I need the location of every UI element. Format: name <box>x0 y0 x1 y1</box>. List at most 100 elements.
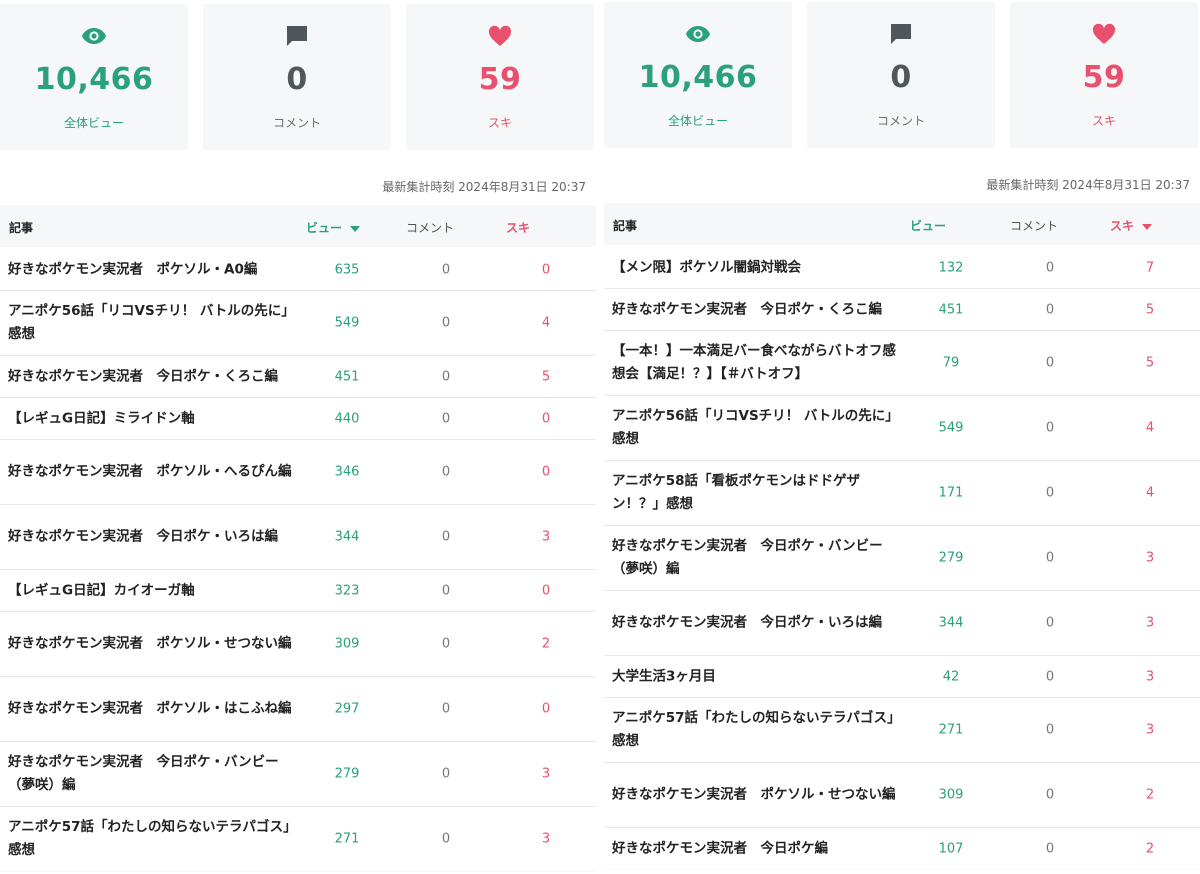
article-title-link[interactable]: 好きなポケモン実況者 ポケソル・せつない編 <box>612 784 902 807</box>
comments-count: 0 <box>441 766 451 782</box>
article-title-link[interactable]: 好きなポケモン実況者 今日ポケ・バンビー（夢咲）編 <box>8 751 298 797</box>
comments-count: 0 <box>1045 355 1055 371</box>
table-header: 記事 ビュー コメント スキ <box>604 203 1200 245</box>
comments-card: 0 コメント <box>203 4 391 150</box>
comments-count: 0 <box>1045 485 1055 501</box>
comments-label: コメント <box>876 114 925 128</box>
article-title-link[interactable]: 好きなポケモン実況者 今日ポケ・くろこ編 <box>8 365 298 388</box>
article-title-link[interactable]: 好きなポケモン実況者 ポケソル・はこふね編 <box>8 698 298 721</box>
views-count: 344 <box>938 615 964 631</box>
views-count: 344 <box>334 529 360 545</box>
article-title-link[interactable]: 好きなポケモン実況者 ポケソル・へるぴん編 <box>8 461 298 484</box>
views-count: 440 <box>334 411 360 426</box>
summary-cards: 10,466 全体ビュー 0 コメント 59 スキ <box>0 4 596 150</box>
table-row[interactable]: アニポケ57話「わたしの知らないテラパゴス」感想 271 0 3 <box>604 698 1200 763</box>
likes-count: 4 <box>1145 485 1155 501</box>
article-title-link[interactable]: 大学生活3ヶ月目 <box>612 665 902 688</box>
likes-count: 5 <box>1145 302 1155 317</box>
article-title-link[interactable]: 【レギュG日記】カイオーガ軸 <box>8 579 298 602</box>
likes-count: 3 <box>1145 550 1155 566</box>
table-row[interactable]: 好きなポケモン実況者 今日ポケ・いろは編 344 0 3 <box>0 505 596 570</box>
table-row[interactable]: 【レギュG日記】カイオーガ軸 323 0 0 <box>0 570 596 612</box>
article-title-link[interactable]: 好きなポケモン実況者 今日ポケ・いろは編 <box>612 612 902 635</box>
sort-desc-icon <box>350 225 361 232</box>
table-row[interactable]: 好きなポケモン実況者 ポケソル・へるぴん編 346 0 0 <box>0 440 596 505</box>
table-row[interactable]: 好きなポケモン実況者 ポケソル・A0編 635 0 0 <box>0 249 596 291</box>
table-row[interactable]: 【レギュG日記】ミライドン軸 440 0 0 <box>0 398 596 440</box>
scroll-fade <box>0 860 596 874</box>
column-header-likes[interactable]: スキ <box>1110 217 1153 234</box>
column-header-views[interactable]: ビュー <box>306 219 361 236</box>
article-title-link[interactable]: アニポケ56話「リコVSチリ！ バトルの先に」感想 <box>8 300 298 346</box>
last-updated-timestamp: 最新集計時刻 2024年8月31日 20:37 <box>986 178 1190 192</box>
article-title-link[interactable]: 好きなポケモン実況者 今日ポケ・いろは編 <box>8 526 298 549</box>
comments-count: 0 <box>1045 260 1055 275</box>
article-title-link[interactable]: アニポケ56話「リコVSチリ！ バトルの先に」感想 <box>612 405 902 451</box>
table-row[interactable]: 好きなポケモン実況者 今日ポケ・いろは編 344 0 3 <box>604 591 1200 656</box>
article-title-link[interactable]: 好きなポケモン実況者 今日ポケ・バンビー（夢咲）編 <box>612 535 902 581</box>
comments-count: 0 <box>1045 722 1055 738</box>
comments-count: 0 <box>1045 302 1055 317</box>
column-header-views[interactable]: ビュー <box>910 217 946 234</box>
heart-icon <box>1010 22 1198 46</box>
table-row[interactable]: アニポケ56話「リコVSチリ！ バトルの先に」感想 549 0 4 <box>0 291 596 356</box>
eye-icon <box>0 24 188 48</box>
table-row[interactable]: 好きなポケモン実況者 今日ポケ・バンビー（夢咲）編 279 0 3 <box>604 526 1200 591</box>
column-header-likes-label: スキ <box>1110 219 1135 233</box>
article-title-link[interactable]: 【メン限】ポケソル闇鍋対戦会 <box>612 256 902 279</box>
column-header-comments[interactable]: コメント <box>1010 217 1058 234</box>
table-row[interactable]: アニポケ56話「リコVSチリ！ バトルの先に」感想 549 0 4 <box>604 396 1200 461</box>
comments-count: 0 <box>441 369 451 384</box>
comment-icon <box>203 24 391 48</box>
likes-count: 3 <box>1145 722 1155 738</box>
scroll-fade <box>604 858 1200 872</box>
likes-card: 59 スキ <box>406 4 594 150</box>
column-header-comments[interactable]: コメント <box>406 219 454 236</box>
article-title-link[interactable]: アニポケ57話「わたしの知らないテラパゴス」感想 <box>8 816 298 862</box>
article-title-link[interactable]: 【一本！】一本満足バー食べながらバトオフ感想会【満足！？】【＃バトオフ】 <box>612 340 902 386</box>
comments-value: 0 <box>890 60 912 95</box>
table-row[interactable]: 好きなポケモン実況者 今日ポケ・くろこ編 451 0 5 <box>604 289 1200 331</box>
article-title-link[interactable]: 好きなポケモン実況者 ポケソル・せつない編 <box>8 633 298 656</box>
articles-table-body: 【メン限】ポケソル闇鍋対戦会 132 0 7 好きなポケモン実況者 今日ポケ・くろこ編 4… <box>604 247 1200 870</box>
article-title-link[interactable]: アニポケ57話「わたしの知らないテラパゴス」感想 <box>612 707 902 753</box>
article-title-link[interactable]: 好きなポケモン実況者 ポケソル・A0編 <box>8 258 298 281</box>
views-count: 549 <box>938 420 964 436</box>
views-count: 635 <box>334 262 360 277</box>
table-row[interactable]: 【一本！】一本満足バー食べながらバトオフ感想会【満足！？】【＃バトオフ】 79 0 5 <box>604 331 1200 396</box>
article-title-link[interactable]: アニポケ58話「看板ポケモンはドドゲザン！？」感想 <box>612 470 902 516</box>
likes-count: 2 <box>541 636 551 652</box>
total-views-card: 10,466 全体ビュー <box>604 2 792 148</box>
table-row[interactable]: 好きなポケモン実況者 ポケソル・はこふね編 297 0 0 <box>0 677 596 742</box>
views-count: 279 <box>938 550 964 566</box>
views-count: 132 <box>938 260 964 275</box>
table-row[interactable]: 【メン限】ポケソル闇鍋対戦会 132 0 7 <box>604 247 1200 289</box>
table-row[interactable]: 好きなポケモン実況者 今日ポケ・くろこ編 451 0 5 <box>0 356 596 398</box>
table-row[interactable]: 好きなポケモン実況者 今日ポケ・バンビー（夢咲）編 279 0 3 <box>0 742 596 807</box>
comments-count: 0 <box>441 701 451 717</box>
column-header-likes[interactable]: スキ <box>506 219 530 236</box>
table-row[interactable]: アニポケ58話「看板ポケモンはドドゲザン！？」感想 171 0 4 <box>604 461 1200 526</box>
likes-count: 0 <box>541 411 551 426</box>
article-title-link[interactable]: 好きなポケモン実況者 今日ポケ編 <box>612 837 902 860</box>
article-title-link[interactable]: 好きなポケモン実況者 今日ポケ・くろこ編 <box>612 298 902 321</box>
likes-count: 0 <box>541 701 551 717</box>
articles-table-body: 好きなポケモン実況者 ポケソル・A0編 635 0 0 アニポケ56話「リコVSチリ！ … <box>0 249 596 872</box>
likes-count: 2 <box>1145 841 1155 856</box>
likes-count: 3 <box>541 766 551 782</box>
article-title-link[interactable]: 【レギュG日記】ミライドン軸 <box>8 407 298 430</box>
likes-count: 3 <box>1145 669 1155 684</box>
total-views-label: 全体ビュー <box>63 116 124 130</box>
views-count: 451 <box>938 302 964 317</box>
table-row[interactable]: 好きなポケモン実況者 ポケソル・せつない編 309 0 2 <box>0 612 596 677</box>
views-count: 309 <box>938 787 964 803</box>
views-count: 271 <box>334 831 360 847</box>
comments-label: コメント <box>272 116 321 130</box>
table-row[interactable]: 好きなポケモン実況者 ポケソル・せつない編 309 0 2 <box>604 763 1200 828</box>
table-row[interactable]: 大学生活3ヶ月目 42 0 3 <box>604 656 1200 698</box>
comments-count: 0 <box>1045 615 1055 631</box>
views-count: 451 <box>334 369 360 384</box>
likes-count: 5 <box>1145 355 1155 371</box>
comments-count: 0 <box>441 464 451 480</box>
last-updated-timestamp: 最新集計時刻 2024年8月31日 20:37 <box>382 180 586 194</box>
